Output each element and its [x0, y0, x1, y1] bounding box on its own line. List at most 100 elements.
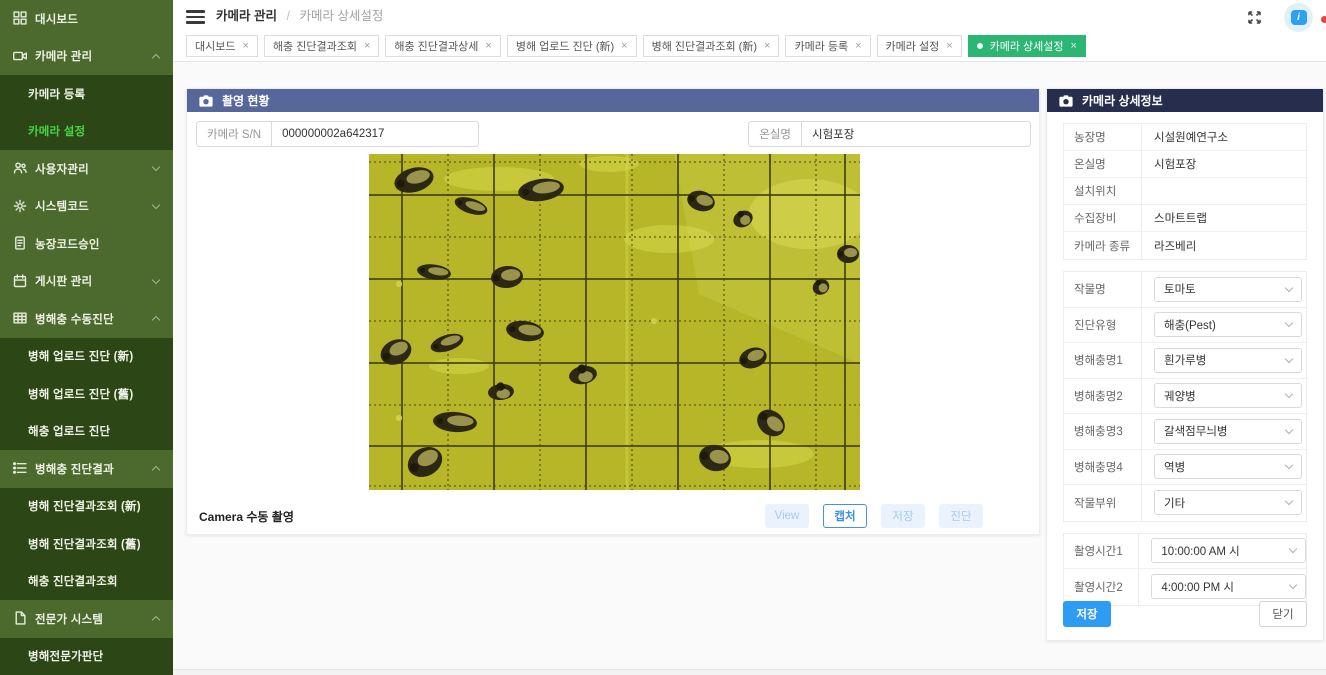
tab-label: 해충 진단결과조회	[273, 38, 357, 54]
capture-button[interactable]: 캡처	[823, 504, 867, 528]
view-button[interactable]: View	[765, 504, 809, 528]
table-row: 병해충명2 궤양병	[1064, 379, 1306, 415]
tab-pest-result-search[interactable]: 해충 진단결과조회 ×	[264, 35, 379, 57]
sidebar-item-dashboard[interactable]: 대시보드	[0, 0, 173, 38]
sidebar-item-system-code[interactable]: 시스템코드	[0, 188, 173, 226]
row-select[interactable]: 10:00:00 AM 시	[1151, 538, 1306, 563]
sidebar-item-board-management[interactable]: 게시판 관리	[0, 263, 173, 301]
table-row: 농장명시설원예연구소	[1064, 124, 1306, 151]
tab-pest-result-detail[interactable]: 해충 진단결과상세×	[385, 35, 500, 57]
sidebar-item-disease-result-search-new[interactable]: 병해 진단결과조회 (新)	[0, 488, 173, 526]
row-select[interactable]: 해충(Pest)	[1154, 312, 1302, 337]
sidebar-item-user-management[interactable]: 사용자관리	[0, 150, 173, 188]
sidebar-item-label: 카메라 설정	[28, 123, 85, 139]
tab-label: 병해 업로드 진단 (新)	[516, 38, 614, 54]
table-row: 온실명시험포장	[1064, 151, 1306, 178]
sidebar-item-label: 병해전문가판단	[28, 648, 103, 664]
sidebar-item-label: 해충 진단결과조회	[28, 573, 118, 589]
board-icon	[13, 274, 28, 289]
camera-info-table: 농장명시설원예연구소온실명시험포장설치위치수집장비스마트트랩카메라 종류라즈베리	[1063, 123, 1307, 260]
greenhouse-group: 온실명	[748, 121, 1031, 147]
breadcrumb-section: 카메라 관리	[216, 9, 277, 23]
tab-close-icon[interactable]: ×	[764, 40, 770, 52]
row-select[interactable]: 토마토	[1154, 277, 1302, 302]
sidebar-item-pest-result-search[interactable]: 해충 진단결과조회	[0, 563, 173, 601]
save-button[interactable]: 저장	[881, 504, 925, 528]
sidebar-item-label: 해충 업로드 진단	[28, 423, 110, 439]
row-label: 병해충명1	[1064, 343, 1142, 378]
row-label: 작물부위	[1064, 485, 1142, 521]
greenhouse-input[interactable]	[801, 121, 1031, 147]
chat-icon: i	[1291, 10, 1307, 25]
chevron-down-icon	[152, 201, 160, 209]
fullscreen-icon[interactable]	[1246, 9, 1263, 26]
tab-dashboard[interactable]: 대시보드×	[186, 35, 258, 57]
row-value: 라즈베리	[1142, 238, 1196, 254]
tab-disease-upload-diagnosis-new[interactable]: 병해 업로드 진단 (新) ×	[507, 35, 637, 57]
sidebar-item-disease-expert-judgement[interactable]: 병해전문가판단	[0, 638, 173, 675]
row-select[interactable]: 갈색점무늬병	[1154, 419, 1302, 444]
detail-save-button[interactable]: 저장	[1063, 601, 1111, 627]
greenhouse-label: 온실명	[748, 121, 801, 147]
tab-camera-register[interactable]: 카메라 등록×	[785, 35, 870, 57]
tab-camera-detail-settings[interactable]: 카메라 상세설정×	[968, 35, 1086, 57]
sidebar-item-disease-result-search-old[interactable]: 병해 진단결과조회 (舊)	[0, 525, 173, 563]
sidebar-item-pest-diagnosis-results[interactable]: 병해충 진단결과	[0, 450, 173, 488]
tab-camera-settings[interactable]: 카메라 설정×	[877, 35, 962, 57]
table-row: 작물명토마토	[1064, 272, 1306, 308]
chevron-down-icon	[1289, 545, 1297, 553]
sidebar-item-pest-manual-diagnosis[interactable]: 병해충 수동진단	[0, 300, 173, 338]
camera-sn-input[interactable]	[271, 121, 479, 147]
tab-close-icon[interactable]: ×	[485, 40, 491, 52]
camera-icon	[199, 95, 213, 107]
row-select[interactable]: 역병	[1154, 454, 1302, 479]
hamburger-menu-icon[interactable]	[186, 10, 205, 24]
sidebar-item-camera-register[interactable]: 카메라 등록	[0, 75, 173, 113]
table-row: 촬영시간24:00:00 PM 시	[1064, 569, 1306, 605]
row-label: 병해충명2	[1064, 379, 1142, 414]
sidebar-item-farm-code-approval[interactable]: 농장코드승인	[0, 225, 173, 263]
sidebar-item-disease-upload-diagnosis-new[interactable]: 병해 업로드 진단 (新)	[0, 338, 173, 376]
sidebar-item-camera-management[interactable]: 카메라 관리	[0, 38, 173, 76]
tab-close-icon[interactable]: ×	[855, 40, 861, 52]
row-select[interactable]: 기타	[1154, 490, 1302, 515]
detail-close-button[interactable]: 닫기	[1259, 601, 1307, 627]
page: 대시보드카메라 관리카메라 등록카메라 설정사용자관리시스템코드농장코드승인게시…	[0, 0, 1326, 675]
list-icon	[13, 461, 28, 476]
table-row: 병해충명3갈색점무늬병	[1064, 414, 1306, 450]
chevron-down-icon	[1285, 284, 1293, 292]
row-select[interactable]: 흰가루병	[1154, 348, 1302, 373]
tab-close-icon[interactable]: ×	[1071, 40, 1077, 52]
sidebar-item-camera-settings[interactable]: 카메라 설정	[0, 113, 173, 151]
chevron-down-icon	[1285, 497, 1293, 505]
tab-close-icon[interactable]: ×	[364, 40, 370, 52]
row-select[interactable]: 4:00:00 PM 시	[1151, 574, 1306, 599]
tab-close-icon[interactable]: ×	[946, 40, 952, 52]
select-value: 흰가루병	[1164, 352, 1206, 368]
select-value: 기타	[1164, 495, 1185, 511]
diagnosis-settings-table: 작물명토마토진단유형해충(Pest)병해충명1흰가루병병해충명2궤양병병해충명3…	[1063, 271, 1307, 522]
capture-panel-header: 촬영 현황	[187, 89, 1039, 112]
sidebar-item-expert-system[interactable]: 전문가 시스템	[0, 600, 173, 638]
tab-disease-result-search-new[interactable]: 병해 진단결과조회 (新)×	[643, 35, 780, 57]
row-value: 시설원예연구소	[1142, 129, 1228, 145]
sidebar-item-label: 게시판 관리	[35, 273, 92, 289]
capture-time-table: 촬영시간110:00:00 AM 시촬영시간24:00:00 PM 시	[1063, 533, 1307, 606]
sidebar-item-pest-upload-diagnosis[interactable]: 해충 업로드 진단	[0, 413, 173, 451]
row-value: 스마트트랩	[1142, 210, 1207, 226]
table-row: 병해충명4역병	[1064, 450, 1306, 486]
chat-notification-button[interactable]: i	[1284, 3, 1313, 32]
sidebar-item-disease-upload-diagnosis-old[interactable]: 병해 업로드 진단 (舊)	[0, 375, 173, 413]
tab-close-icon[interactable]: ×	[621, 40, 627, 52]
detail-footer: 저장 닫기	[1063, 601, 1307, 627]
table-row: 병해충명1 흰가루병	[1064, 343, 1306, 379]
file-icon	[13, 611, 28, 626]
diagnose-button[interactable]: 진단	[939, 504, 983, 528]
tab-close-icon[interactable]: ×	[242, 40, 248, 52]
gear-icon	[13, 199, 28, 214]
table-row: 작물부위 기타	[1064, 485, 1306, 521]
chevron-down-icon	[1285, 319, 1293, 327]
sidebar-item-label: 병해 진단결과조회 (新)	[28, 498, 141, 514]
row-select[interactable]: 궤양병	[1154, 383, 1302, 408]
topbar: 카메라 관리 / 카메라 상세설정 i 대시보드×해충 진단결과조회×해충 진단…	[173, 0, 1326, 62]
